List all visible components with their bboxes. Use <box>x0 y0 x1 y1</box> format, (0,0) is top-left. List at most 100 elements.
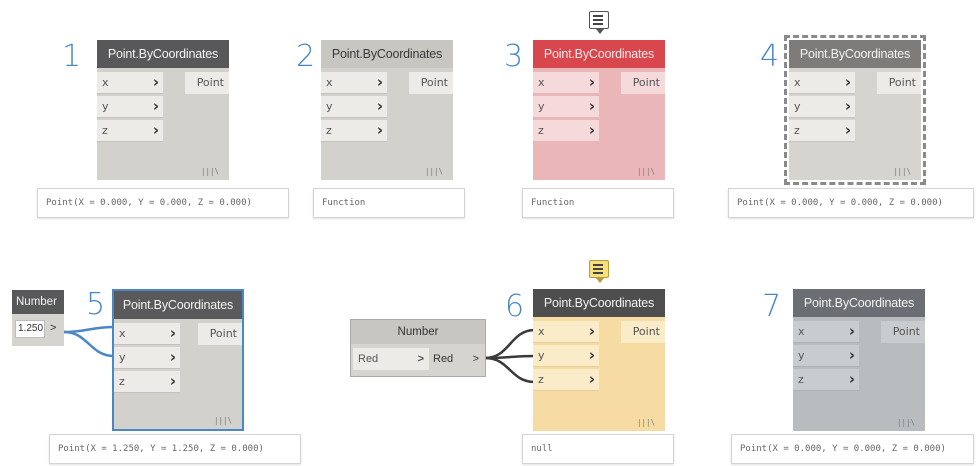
node-title[interactable]: Point.ByCoordinates <box>97 40 229 68</box>
output-port-point[interactable]: Point <box>198 323 242 345</box>
point-node-2[interactable]: Point.ByCoordinates x › y › z › Point |||\ <box>321 40 453 180</box>
input-port-z[interactable]: z › <box>114 371 180 393</box>
number-node-5[interactable]: Number 1.250 > <box>12 290 64 346</box>
input-port-x[interactable]: x › <box>97 72 163 94</box>
lacing-icon: |||\ <box>200 167 219 176</box>
chevron-right-icon: › <box>848 370 855 388</box>
input-port-z[interactable]: z › <box>793 369 859 391</box>
input-port-y[interactable]: y › <box>97 96 163 118</box>
chevron-right-icon: › <box>588 121 595 139</box>
chevron-right-icon: › <box>844 97 851 115</box>
output-port-row[interactable]: Red > <box>431 348 483 370</box>
output-port-point[interactable]: Point <box>409 72 453 94</box>
preview-bubble-2: Function <box>313 188 465 218</box>
port-label: x <box>102 76 109 89</box>
point-node-3[interactable]: Point.ByCoordinates x › y › z › Point |||\ <box>533 40 665 180</box>
chevron-right-icon: › <box>169 372 176 390</box>
point-node-1[interactable]: Point.ByCoordinates x › y › z › Point |||\ <box>97 40 229 180</box>
chevron-right-icon: › <box>844 121 851 139</box>
port-label: z <box>326 124 332 137</box>
lacing-icon: |||\ <box>636 167 655 176</box>
preview-bubble-4: Point(X = 0.000, Y = 0.000, Z = 0.000) <box>728 188 974 218</box>
port-label: x <box>538 76 545 89</box>
node-title[interactable]: Point.ByCoordinates <box>114 291 242 319</box>
port-label: x <box>794 76 801 89</box>
chevron-right-icon: › <box>169 348 176 366</box>
chevron-right-icon: › <box>848 346 855 364</box>
chevron-right-icon: › <box>844 73 851 91</box>
input-port-x[interactable]: x › <box>533 321 599 343</box>
input-port-x[interactable]: x › <box>793 321 859 343</box>
number-node-title[interactable]: Number <box>12 290 64 314</box>
chevron-right-icon: › <box>376 73 383 91</box>
lacing-icon: |||\ <box>213 416 232 425</box>
input-port-x[interactable]: x › <box>789 72 855 94</box>
input-port-y[interactable]: y › <box>533 345 599 367</box>
port-label: y <box>538 100 545 113</box>
number-node-title[interactable]: Number <box>351 320 485 344</box>
input-port-z[interactable]: z › <box>97 120 163 142</box>
note-icon[interactable] <box>589 11 609 34</box>
chevron-right-icon: › <box>376 97 383 115</box>
output-port-point[interactable]: Point <box>881 321 925 343</box>
chevron-right-icon: › <box>588 73 595 91</box>
node-title[interactable]: Point.ByCoordinates <box>533 289 665 317</box>
input-port-x[interactable]: x › <box>321 72 387 94</box>
wire-6-y <box>484 354 536 360</box>
chevron-right-icon: › <box>376 121 383 139</box>
lacing-icon: |||\ <box>424 167 443 176</box>
input-port-y[interactable]: y › <box>114 347 180 369</box>
chevron-right-icon: › <box>152 73 159 91</box>
state-number-3: 3 <box>504 39 524 74</box>
port-label: z <box>798 373 804 386</box>
lacing-icon: |||\ <box>892 167 911 176</box>
input-port-x[interactable]: x › <box>114 323 180 345</box>
output-arrow: > <box>472 353 479 365</box>
preview-bubble-3: Function <box>522 188 674 218</box>
node-title[interactable]: Point.ByCoordinates <box>793 289 925 317</box>
preview-bubble-7: Point(X = 0.000, Y = 0.000, Z = 0.000) <box>731 434 974 464</box>
point-node-5[interactable]: Point.ByCoordinates x › y › z › Point |||\ <box>112 289 244 431</box>
point-node-4[interactable]: Point.ByCoordinates x › y › z › Point |||\ <box>784 35 926 185</box>
input-port-z[interactable]: z › <box>533 120 599 142</box>
chevron-right-icon: › <box>588 370 595 388</box>
wire-to-x <box>63 325 115 334</box>
chevron-right-icon: › <box>588 346 595 364</box>
port-label: x <box>119 327 126 340</box>
input-port-y[interactable]: y › <box>321 96 387 118</box>
chevron-right-icon: > <box>417 353 424 365</box>
port-label: z <box>102 124 108 137</box>
output-port-point[interactable]: Point <box>621 321 665 343</box>
number-node-6[interactable]: Number Red > Red > <box>350 319 486 377</box>
preview-bubble-6: null <box>522 434 674 464</box>
input-port-z[interactable]: z › <box>533 369 599 391</box>
port-label: y <box>326 100 333 113</box>
input-port-y[interactable]: y › <box>789 96 855 118</box>
input-port-y[interactable]: y › <box>533 96 599 118</box>
input-port-z[interactable]: z › <box>321 120 387 142</box>
port-label: z <box>538 373 544 386</box>
input-port-x[interactable]: x › <box>533 72 599 94</box>
node-title[interactable]: Point.ByCoordinates <box>321 40 453 68</box>
input-port-z[interactable]: z › <box>789 120 855 142</box>
number-value-field[interactable]: 1.250 <box>15 320 45 338</box>
port-label: x <box>538 325 545 338</box>
output-port-point[interactable]: Point <box>185 72 229 94</box>
state-number-7: 7 <box>762 289 782 324</box>
number-output-port[interactable]: > <box>50 322 56 334</box>
port-label: z <box>794 124 800 137</box>
point-node-6[interactable]: Point.ByCoordinates x › y › z › Point |||\ <box>533 289 665 431</box>
note-icon[interactable] <box>589 260 609 283</box>
preview-bubble-5: Point(X = 1.250, Y = 1.250, Z = 0.000) <box>49 434 301 464</box>
chevron-right-icon: › <box>152 97 159 115</box>
input-port-row[interactable]: Red > <box>353 348 429 370</box>
output-port-point[interactable]: Point <box>621 72 665 94</box>
input-port-y[interactable]: y › <box>793 345 859 367</box>
point-node-7[interactable]: Point.ByCoordinates x › y › z › Point |||\ <box>793 289 925 431</box>
output-port-point[interactable]: Point <box>877 72 921 94</box>
port-label: y <box>119 351 126 364</box>
node-title[interactable]: Point.ByCoordinates <box>789 40 921 68</box>
node-title[interactable]: Point.ByCoordinates <box>533 40 665 68</box>
port-label: y <box>538 349 545 362</box>
state-number-4: 4 <box>760 39 780 74</box>
